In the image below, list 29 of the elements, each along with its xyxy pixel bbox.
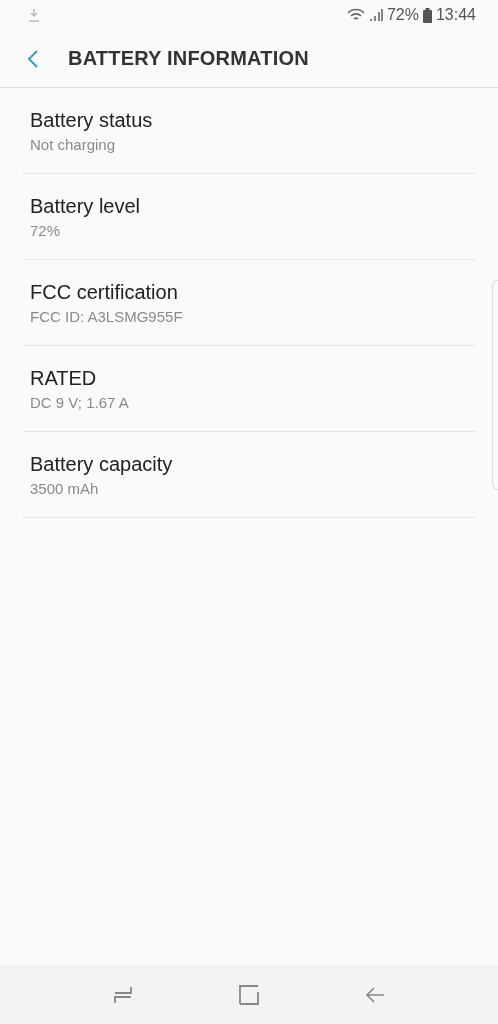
row-value: DC 9 V; 1.67 A bbox=[30, 393, 130, 411]
battery-icon bbox=[422, 7, 432, 23]
info-row[interactable]: Battery capacity 3500 mAh bbox=[22, 432, 476, 518]
recents-button[interactable] bbox=[113, 984, 133, 1005]
row-value: 3500 mAh bbox=[30, 479, 100, 497]
row-value: FCC ID: A3LSMG955F bbox=[30, 307, 184, 325]
wifi-icon bbox=[346, 8, 365, 22]
clock: 13:44 bbox=[435, 6, 476, 24]
download-icon bbox=[28, 8, 40, 22]
row-title: Battery capacity bbox=[30, 452, 174, 476]
row-title: RATED bbox=[30, 366, 98, 390]
row-value: 72% bbox=[30, 221, 62, 239]
recents-icon bbox=[113, 984, 133, 1005]
home-button[interactable] bbox=[239, 984, 259, 1005]
back-nav-button[interactable] bbox=[365, 984, 385, 1005]
home-icon bbox=[239, 984, 259, 1005]
row-title: FCC certification bbox=[30, 280, 179, 304]
info-row[interactable]: RATED DC 9 V; 1.67 A bbox=[22, 346, 476, 432]
row-title: Battery status bbox=[30, 108, 154, 132]
signal-icon bbox=[368, 8, 383, 22]
page-title: BATTERY INFORMATION bbox=[68, 47, 309, 70]
chevron-left-icon bbox=[26, 48, 40, 69]
row-value: Not charging bbox=[30, 135, 117, 153]
info-row[interactable]: FCC certification FCC ID: A3LSMG955F bbox=[22, 260, 476, 346]
info-row[interactable]: Battery level 72% bbox=[22, 174, 476, 260]
info-row[interactable]: Battery status Not charging bbox=[22, 88, 476, 174]
battery-percent: 72% bbox=[386, 6, 419, 24]
back-arrow-icon bbox=[365, 984, 385, 1005]
row-title: Battery level bbox=[30, 194, 142, 218]
